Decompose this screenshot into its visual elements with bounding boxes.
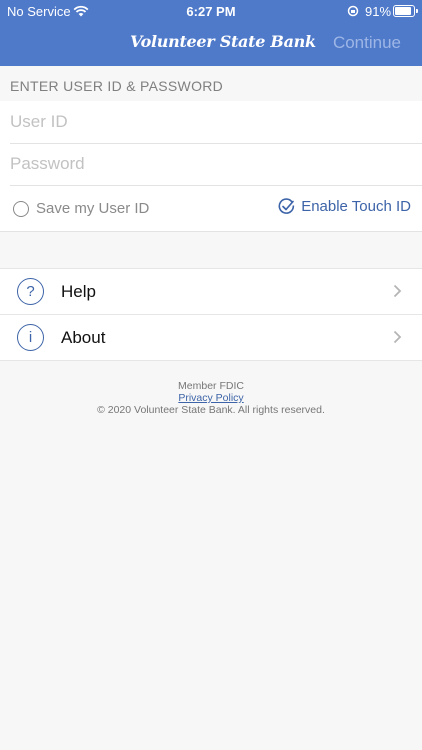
battery-percent: 91%: [365, 4, 392, 19]
password-input[interactable]: [10, 143, 422, 185]
login-form: Save my User ID Enable Touch ID: [0, 101, 422, 232]
menu-item-about[interactable]: i About: [0, 315, 422, 360]
radio-icon: [13, 200, 29, 217]
rotation-lock-icon: [347, 5, 359, 17]
enable-touch-id-toggle[interactable]: Enable Touch ID: [278, 198, 411, 215]
menu-item-help[interactable]: ? Help: [0, 269, 422, 315]
nav-bar: Volunteer State Bank Continue: [0, 22, 422, 66]
save-user-id-toggle[interactable]: Save my User ID: [13, 200, 149, 217]
save-user-id-label: Save my User ID: [36, 200, 150, 217]
password-field-row: [10, 143, 422, 186]
battery-icon: [393, 5, 418, 17]
question-icon: ?: [17, 278, 44, 305]
status-bar: No Service 6:27 PM 91%: [0, 0, 422, 22]
enable-touch-id-label: Enable Touch ID: [301, 198, 411, 215]
menu-list: ? Help i About: [0, 268, 422, 361]
user-id-field-row: [10, 101, 422, 144]
chevron-right-icon: [393, 330, 402, 344]
footer: Member FDIC Privacy Policy © 2020 Volunt…: [0, 380, 422, 416]
copyright: © 2020 Volunteer State Bank. All rights …: [97, 404, 325, 416]
info-icon: i: [17, 324, 44, 351]
menu-item-label: Help: [61, 282, 96, 301]
continue-button[interactable]: Continue: [333, 33, 401, 53]
bank-logo: Volunteer State Bank: [130, 32, 316, 51]
user-id-input[interactable]: [10, 101, 422, 143]
options-row: Save my User ID Enable Touch ID: [0, 186, 422, 230]
menu-item-label: About: [61, 328, 106, 347]
section-label: ENTER USER ID & PASSWORD: [10, 78, 224, 94]
check-circle-icon: [278, 198, 295, 214]
chevron-right-icon: [393, 284, 402, 298]
member-fdic: Member FDIC: [178, 380, 244, 392]
app-header: No Service 6:27 PM 91% Volunteer State B…: [0, 0, 422, 66]
privacy-policy-link[interactable]: Privacy Policy: [178, 392, 243, 404]
